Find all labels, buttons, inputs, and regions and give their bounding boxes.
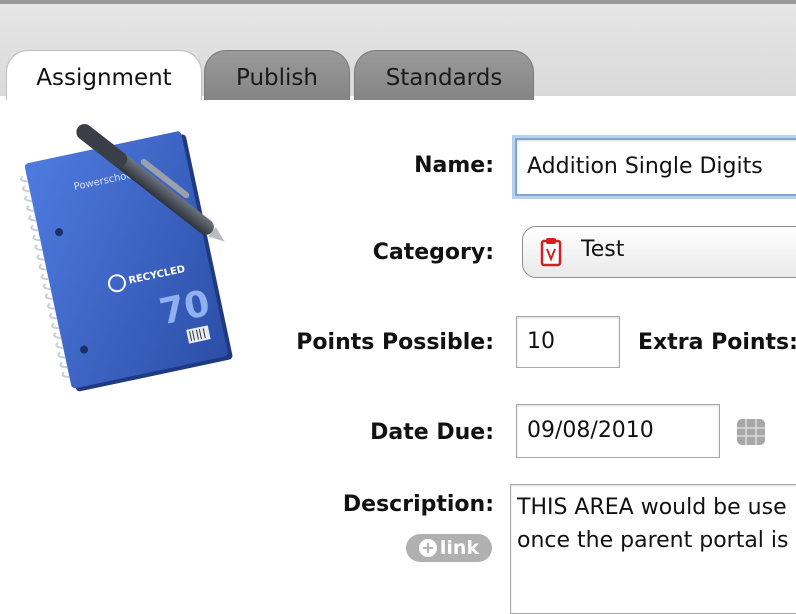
description-textarea[interactable]: THIS AREA would be use once the parent p… <box>510 484 796 614</box>
link-label: link <box>439 537 480 559</box>
date-due-field[interactable]: 09/08/2010 <box>516 404 720 458</box>
points-possible-label: Points Possible: <box>296 330 494 355</box>
tab-assignment[interactable]: Assignment <box>6 50 202 100</box>
category-value: Test <box>581 237 625 262</box>
date-due-label: Date Due: <box>370 420 494 445</box>
notebook-with-pen-icon: Powerschool RECYCLED 70 <box>20 124 233 392</box>
name-label: Name: <box>414 153 494 178</box>
points-possible-field[interactable]: 10 <box>516 316 620 368</box>
category-label: Category: <box>372 240 494 265</box>
clipboard-icon <box>540 238 562 267</box>
name-field[interactable]: Addition Single Digits <box>515 138 796 196</box>
add-link-button[interactable]: + link <box>406 534 492 562</box>
calendar-icon[interactable] <box>735 416 767 448</box>
extra-points-label: Extra Points: <box>638 330 796 355</box>
plus-icon: + <box>418 539 437 557</box>
tab-bar: Assignment Publish Standards <box>0 0 796 100</box>
tab-standards[interactable]: Standards <box>354 50 534 100</box>
tab-publish[interactable]: Publish <box>204 50 350 100</box>
description-label: Description: <box>342 492 494 517</box>
category-select[interactable]: Test <box>522 226 796 278</box>
